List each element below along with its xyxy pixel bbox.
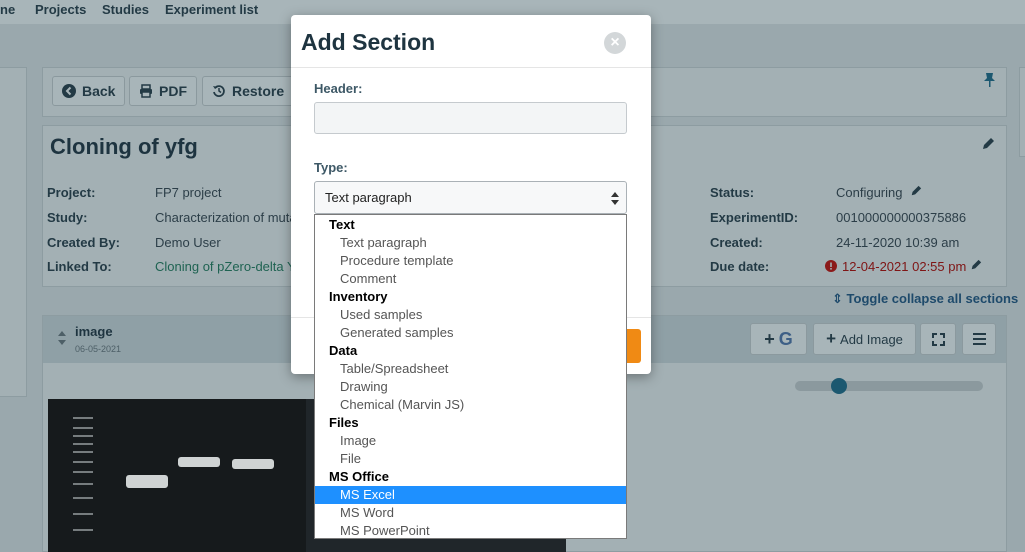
add-image-button[interactable]: + Add Image [813,323,916,355]
header-input[interactable] [314,102,627,134]
section-date: 06-05-2021 [75,344,122,354]
close-icon[interactable]: × [604,32,626,54]
back-label: Back [82,83,116,99]
created-value: 24-11-2020 10:39 am [836,235,960,250]
sort-arrows-icon: ⇕ [832,291,843,306]
due-date-value: 12-04-2021 02:55 pm [842,259,967,274]
dropdown-option-text-paragraph[interactable]: Text paragraph [315,234,626,252]
dropdown-group-inventory: Inventory [329,289,388,304]
created-by-label: Created By: [47,235,120,250]
project-label: Project: [47,185,96,200]
arrow-left-circle-icon [62,84,76,98]
add-image-label: Add Image [840,331,903,347]
left-sidebar-panel [0,67,27,397]
type-dropdown-list: Text Text paragraph Procedure template Comm… [314,214,627,539]
dropdown-option-ms-excel[interactable]: MS Excel [315,486,626,504]
linked-to-link[interactable]: Cloning of pZero-delta Y [155,259,296,274]
nav-item-home[interactable]: ne [0,2,15,17]
dropdown-group-files: Files [329,415,359,430]
sort-handle-icon[interactable] [57,330,67,346]
image-zoom-slider-track[interactable] [795,381,983,391]
hamburger-menu-icon [972,333,986,345]
dropdown-option-file[interactable]: File [315,450,626,468]
back-button[interactable]: Back [52,76,126,106]
experiment-id-label: ExperimentID: [710,210,799,225]
dropdown-option-procedure-template[interactable]: Procedure template [315,252,626,270]
modal-header-divider [291,67,651,68]
add-google-button[interactable]: + G [750,323,807,355]
pdf-label: PDF [159,83,187,99]
created-label: Created: [710,235,763,250]
dropdown-option-comment[interactable]: Comment [315,270,626,288]
created-by-value: Demo User [155,235,221,250]
plus-icon: + [764,328,775,349]
edit-due-date-pencil-icon[interactable] [970,259,982,271]
dropdown-group-text: Text [329,217,355,232]
dropdown-option-image[interactable]: Image [315,432,626,450]
google-icon: G [778,328,793,349]
due-date-label: Due date: [710,259,770,274]
pdf-button[interactable]: PDF [129,76,197,106]
dropdown-group-ms-office: MS Office [329,469,389,484]
type-select-value: Text paragraph [325,190,412,205]
pin-icon[interactable] [983,72,996,88]
toggle-collapse-all-label: Toggle collapse all sections [846,291,1019,306]
fullscreen-button[interactable] [920,323,956,355]
study-label: Study: [47,210,88,225]
edit-status-pencil-icon[interactable] [910,185,922,197]
dropdown-group-data: Data [329,343,358,358]
gel-image [48,399,306,552]
warning-icon [825,260,837,272]
restore-button[interactable]: Restore [202,76,295,106]
plus-icon: + [826,329,837,348]
history-icon [213,85,225,97]
printer-icon [140,84,152,98]
experiment-id-value: 001000000000375886 [836,210,967,225]
dropdown-option-drawing[interactable]: Drawing [315,378,626,396]
image-zoom-slider-knob[interactable] [831,378,847,394]
select-arrows-icon [611,192,619,205]
dropdown-option-table-spreadsheet[interactable]: Table/Spreadsheet [315,360,626,378]
dropdown-option-chemical-marvin-js[interactable]: Chemical (Marvin JS) [315,396,626,414]
project-value: FP7 project [155,185,222,200]
section-menu-button[interactable] [962,323,996,355]
expand-icon [931,332,945,346]
add-section-submit-button[interactable] [626,329,641,363]
study-value: Characterization of muta [155,210,297,225]
linked-to-label: Linked To: [47,259,112,274]
header-field-label: Header: [314,81,363,96]
dropdown-option-used-samples[interactable]: Used samples [315,306,626,324]
right-side-panel [1019,67,1025,157]
restore-label: Restore [232,83,285,99]
toggle-collapse-all-link[interactable]: ⇕ Toggle collapse all sections [832,291,1018,307]
status-value: Configuring [836,185,903,200]
type-field-label: Type: [314,160,348,175]
nav-item-experiment-list[interactable]: Experiment list [165,2,258,17]
edit-title-pencil-icon[interactable] [981,137,995,151]
type-select[interactable]: Text paragraph [314,181,627,214]
nav-item-studies[interactable]: Studies [102,2,149,17]
dropdown-option-ms-powerpoint[interactable]: MS PowerPoint [315,522,626,540]
dropdown-option-generated-samples[interactable]: Generated samples [315,324,626,342]
nav-item-projects[interactable]: Projects [35,2,86,17]
experiment-title: Cloning of yfg [50,134,198,159]
status-label: Status: [710,185,755,200]
modal-title: Add Section [301,29,436,55]
section-title: image [75,324,113,339]
dropdown-option-ms-word[interactable]: MS Word [315,504,626,522]
